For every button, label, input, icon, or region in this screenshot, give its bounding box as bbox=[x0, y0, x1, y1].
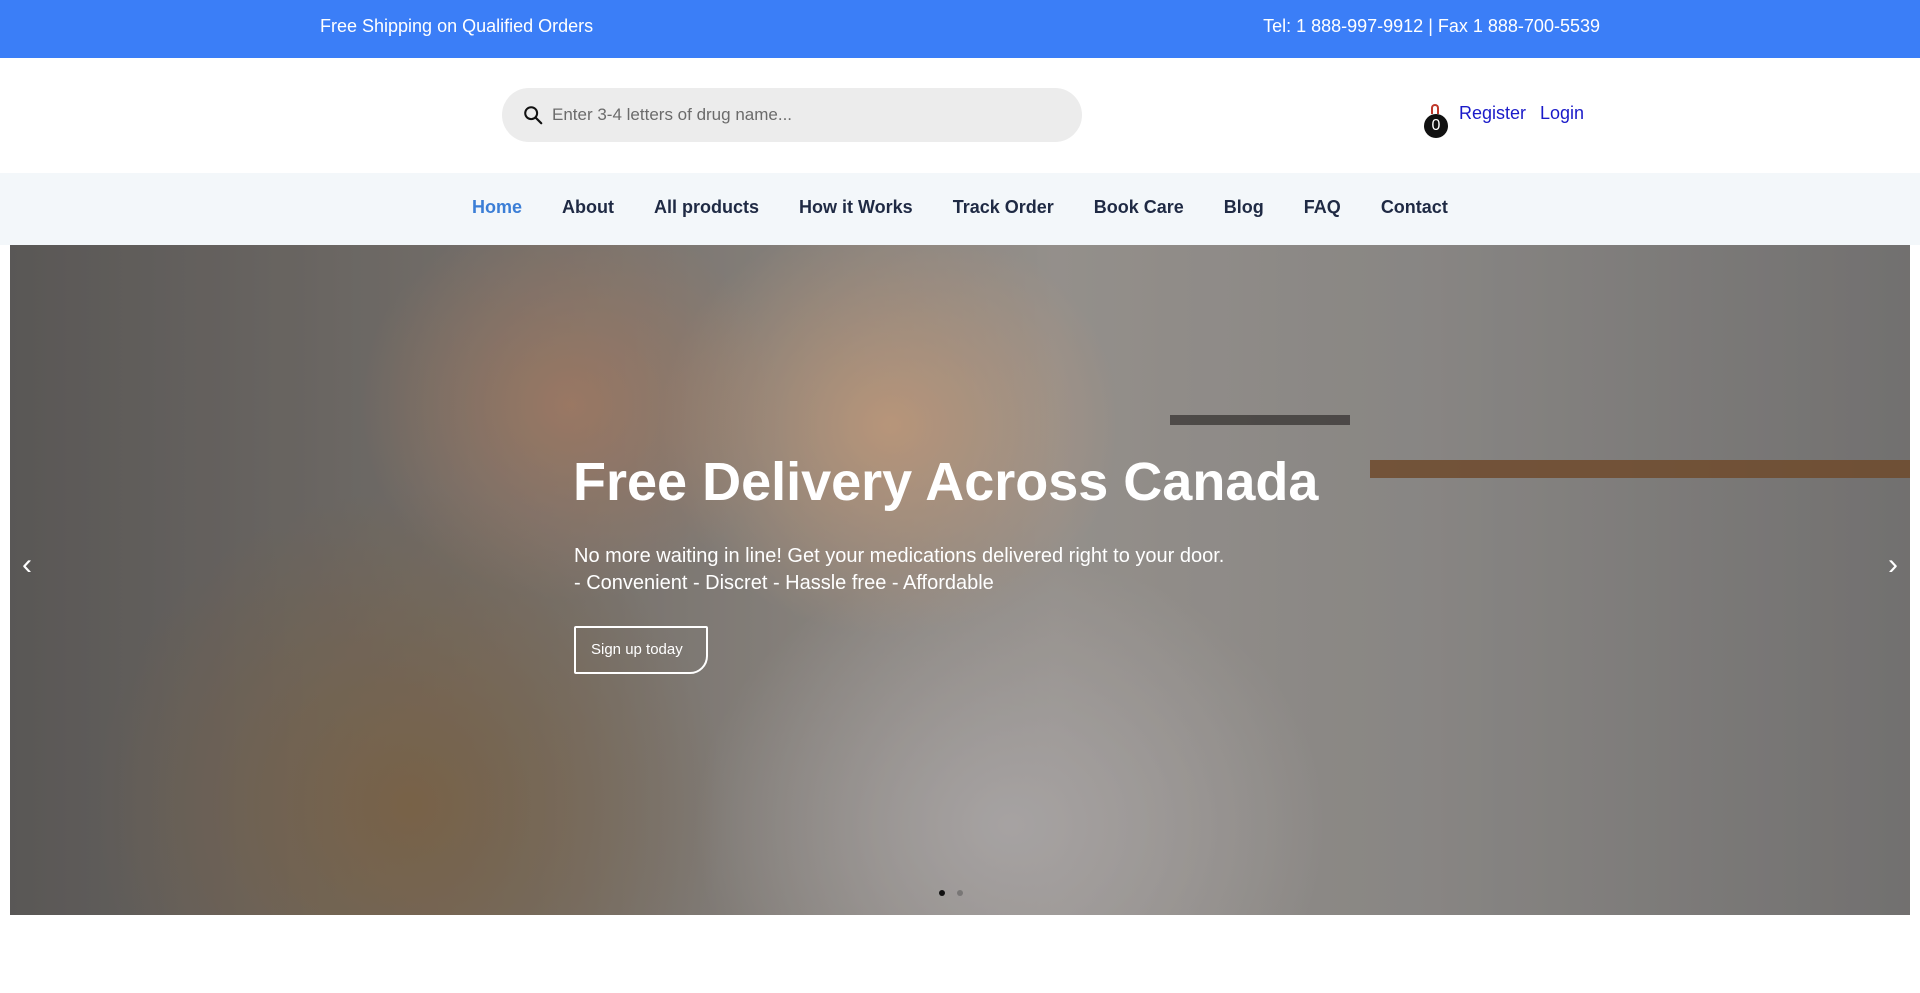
login-link[interactable]: Login bbox=[1540, 103, 1584, 124]
hero-subtitle-line-1: No more waiting in line! Get your medica… bbox=[574, 545, 1225, 567]
nav-item-faq[interactable]: FAQ bbox=[1304, 197, 1341, 218]
main-navigation: Home About All products How it Works Tra… bbox=[0, 173, 1920, 245]
chevron-right-icon[interactable]: › bbox=[1874, 550, 1898, 580]
slider-dots bbox=[939, 890, 975, 896]
search-input[interactable] bbox=[552, 88, 1062, 142]
hero-subtitle-line-2: - Convenient - Discret - Hassle free - A… bbox=[574, 572, 994, 594]
nav-item-blog[interactable]: Blog bbox=[1224, 197, 1264, 218]
cart-button[interactable]: 0 bbox=[1422, 104, 1450, 138]
hero-title: Free Delivery Across Canada bbox=[573, 452, 1319, 512]
nav-item-about[interactable]: About bbox=[562, 197, 614, 218]
nav-item-how-it-works[interactable]: How it Works bbox=[799, 197, 913, 218]
nav-menu: Home About All products How it Works Tra… bbox=[472, 197, 1488, 218]
nav-item-book-care[interactable]: Book Care bbox=[1094, 197, 1184, 218]
top-announcement-bar: Free Shipping on Qualified Orders Tel: 1… bbox=[0, 0, 1920, 58]
chevron-left-icon[interactable]: ‹ bbox=[22, 550, 46, 580]
nav-item-home[interactable]: Home bbox=[472, 197, 522, 218]
site-header: 0 Register Login bbox=[0, 58, 1920, 173]
nav-item-all-products[interactable]: All products bbox=[654, 197, 759, 218]
drug-search-box[interactable] bbox=[502, 88, 1082, 142]
slider-dot-1[interactable] bbox=[939, 890, 945, 896]
search-icon[interactable] bbox=[522, 104, 544, 126]
contact-numbers: Tel: 1 888-997-9912 | Fax 1 888-700-5539 bbox=[1263, 16, 1600, 36]
hero-slider: Free Delivery Across Canada No more wait… bbox=[10, 245, 1910, 915]
shipping-notice: Free Shipping on Qualified Orders bbox=[320, 16, 594, 36]
nav-item-contact[interactable]: Contact bbox=[1381, 197, 1448, 218]
slider-dot-2[interactable] bbox=[957, 890, 963, 896]
register-link[interactable]: Register bbox=[1459, 103, 1526, 124]
nav-item-track-order[interactable]: Track Order bbox=[953, 197, 1054, 218]
cart-count-badge: 0 bbox=[1424, 114, 1448, 138]
sign-up-button[interactable]: Sign up today bbox=[574, 626, 708, 674]
shopping-bag-icon bbox=[1431, 104, 1439, 114]
